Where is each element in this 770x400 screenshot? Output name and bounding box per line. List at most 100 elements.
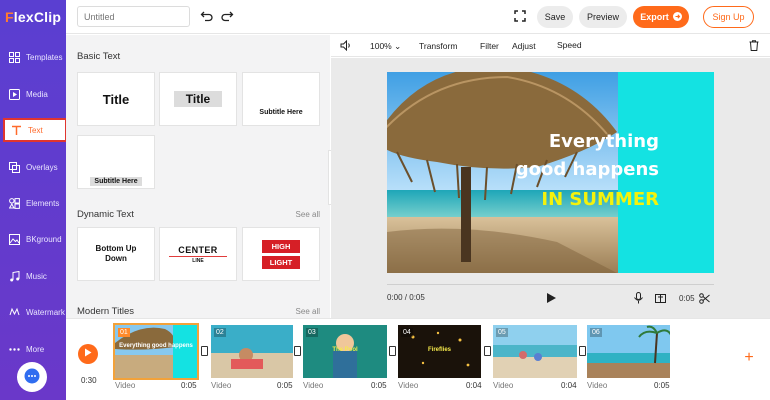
sidebar-item-text[interactable]: Text bbox=[3, 118, 67, 142]
chevron-down-icon: ⌄ bbox=[391, 41, 402, 51]
timeline-clip[interactable]: 01 Everything good happens bbox=[113, 323, 199, 380]
sidebar-item-watermark[interactable]: Watermark bbox=[0, 297, 66, 327]
media-icon bbox=[8, 88, 20, 100]
sidebar-item-label: Elements bbox=[26, 198, 60, 208]
add-clip-button[interactable]: + bbox=[742, 349, 756, 366]
text-template-card[interactable]: Subtitle Here bbox=[77, 135, 155, 189]
divider-line bbox=[169, 255, 227, 257]
chat-support-button[interactable] bbox=[17, 362, 47, 392]
editor-toolbar: 100% ⌄ Transform Filter Adjust Speed bbox=[331, 35, 770, 57]
sidebar-item-media[interactable]: Media bbox=[0, 79, 66, 109]
text-icon bbox=[10, 124, 22, 136]
playback-progress-bar[interactable] bbox=[387, 284, 714, 285]
section-title-basic-text: Basic Text bbox=[77, 51, 121, 62]
sidebar-item-music[interactable]: Music bbox=[0, 261, 66, 291]
tool-speed[interactable]: Speed bbox=[557, 40, 582, 50]
arrow-right-icon bbox=[672, 11, 682, 23]
caption-icon[interactable] bbox=[655, 293, 666, 304]
text-template-card[interactable]: Title bbox=[159, 72, 237, 126]
clip-type-label: Video bbox=[211, 381, 232, 390]
timeline-clip[interactable]: 02 bbox=[211, 325, 293, 378]
elements-icon bbox=[8, 197, 20, 209]
sidebar-item-label: Overlays bbox=[26, 162, 58, 172]
timeline-clip[interactable]: 03 The Pool bbox=[303, 325, 387, 378]
zoom-select[interactable]: 100% ⌄ bbox=[370, 41, 401, 52]
save-button[interactable]: Save bbox=[537, 6, 573, 28]
clip-duration: 0:05 bbox=[277, 381, 293, 390]
clip-duration: 0:05 bbox=[654, 381, 670, 390]
clip-duration: 0:05 bbox=[181, 381, 197, 390]
canvas-text-line[interactable]: IN SUMMER bbox=[541, 189, 659, 210]
clip-duration: 0:04 bbox=[466, 381, 482, 390]
text-template-card[interactable]: Subtitle Here bbox=[242, 72, 320, 126]
sidebar: FlexClip Templates Media Text Overlays E… bbox=[0, 0, 67, 400]
timeline-clip[interactable]: 05 bbox=[493, 325, 577, 378]
fullscreen-icon[interactable] bbox=[514, 10, 526, 22]
preview-canvas-area: Everything good happens IN SUMMER 0:00 /… bbox=[331, 58, 770, 318]
text-template-card[interactable]: Title bbox=[77, 72, 155, 126]
play-icon bbox=[84, 348, 92, 360]
sidebar-item-background[interactable]: BKground bbox=[0, 224, 66, 254]
tool-transform[interactable]: Transform bbox=[419, 41, 457, 51]
section-title-modern-titles: Modern Titles bbox=[77, 306, 135, 317]
export-label: Export bbox=[640, 12, 669, 22]
timeline: 0:30 01 Everything good happens Video 0:… bbox=[66, 318, 770, 400]
transition-icon[interactable] bbox=[484, 346, 491, 356]
sidebar-item-templates[interactable]: Templates bbox=[0, 42, 66, 72]
video-canvas[interactable]: Everything good happens IN SUMMER bbox=[387, 72, 714, 273]
transition-icon[interactable] bbox=[201, 346, 208, 356]
sidebar-item-label: Watermark bbox=[26, 307, 65, 317]
watermark-icon bbox=[8, 306, 20, 318]
sidebar-item-overlays[interactable]: Overlays bbox=[0, 152, 66, 182]
preview-button[interactable]: Preview bbox=[579, 6, 627, 28]
sidebar-item-label: Templates bbox=[26, 52, 63, 62]
canvas-text-line[interactable]: good happens bbox=[516, 159, 659, 180]
current-time: 0:00 / 0:05 bbox=[387, 293, 425, 302]
timeline-total-time: 0:30 bbox=[81, 376, 97, 385]
sidebar-item-label: Music bbox=[26, 271, 47, 281]
text-template-card[interactable]: CENTER LINE bbox=[159, 227, 237, 281]
sidebar-item-more[interactable]: More bbox=[0, 334, 66, 364]
text-template-card[interactable]: Bottom Up Down bbox=[77, 227, 155, 281]
microphone-icon[interactable] bbox=[633, 292, 644, 304]
section-title-dynamic-text: Dynamic Text bbox=[77, 209, 134, 220]
canvas-text-line[interactable]: Everything bbox=[549, 131, 659, 152]
sidebar-item-label: Text bbox=[28, 125, 43, 135]
timeline-play-button[interactable] bbox=[78, 344, 98, 364]
undo-icon[interactable] bbox=[200, 9, 214, 23]
sidebar-item-label: BKground bbox=[26, 234, 62, 244]
text-template-card[interactable]: HIGH LIGHT bbox=[242, 227, 320, 281]
plus-icon: + bbox=[744, 349, 754, 366]
clip-type-label: Video bbox=[398, 381, 419, 390]
overlays-icon bbox=[8, 161, 20, 173]
signup-button[interactable]: Sign Up bbox=[703, 6, 754, 28]
tool-adjust[interactable]: Adjust bbox=[512, 41, 536, 51]
trash-icon[interactable] bbox=[749, 40, 759, 53]
clip-duration: 0:05 bbox=[371, 381, 387, 390]
transition-icon[interactable] bbox=[294, 346, 301, 356]
top-bar: Save Preview Export Sign Up bbox=[66, 0, 770, 34]
play-icon[interactable] bbox=[545, 292, 557, 304]
flexclip-logo[interactable]: FlexClip bbox=[5, 9, 61, 25]
tool-filter[interactable]: Filter bbox=[480, 41, 499, 51]
chat-icon bbox=[24, 368, 40, 387]
volume-icon[interactable] bbox=[340, 39, 352, 53]
more-icon bbox=[8, 343, 20, 355]
sidebar-item-elements[interactable]: Elements bbox=[0, 188, 66, 218]
music-icon bbox=[8, 270, 20, 282]
export-button[interactable]: Export bbox=[633, 6, 689, 28]
timeline-clip[interactable]: 04 Fireflies bbox=[398, 325, 481, 378]
clip-duration: 0:04 bbox=[561, 381, 577, 390]
transition-icon[interactable] bbox=[389, 346, 396, 356]
scissors-icon[interactable] bbox=[699, 293, 710, 304]
templates-icon bbox=[8, 51, 20, 63]
project-title-input[interactable] bbox=[77, 6, 190, 27]
sidebar-item-label: Media bbox=[26, 89, 48, 99]
redo-icon[interactable] bbox=[220, 9, 234, 23]
transition-icon[interactable] bbox=[579, 346, 586, 356]
clip-type-label: Video bbox=[587, 381, 608, 390]
see-all-link-modern[interactable]: See all bbox=[296, 307, 320, 316]
timeline-clip[interactable]: 06 bbox=[587, 325, 670, 378]
clip-duration: 0:05 bbox=[679, 294, 695, 303]
see-all-link-dynamic[interactable]: See all bbox=[296, 210, 320, 219]
